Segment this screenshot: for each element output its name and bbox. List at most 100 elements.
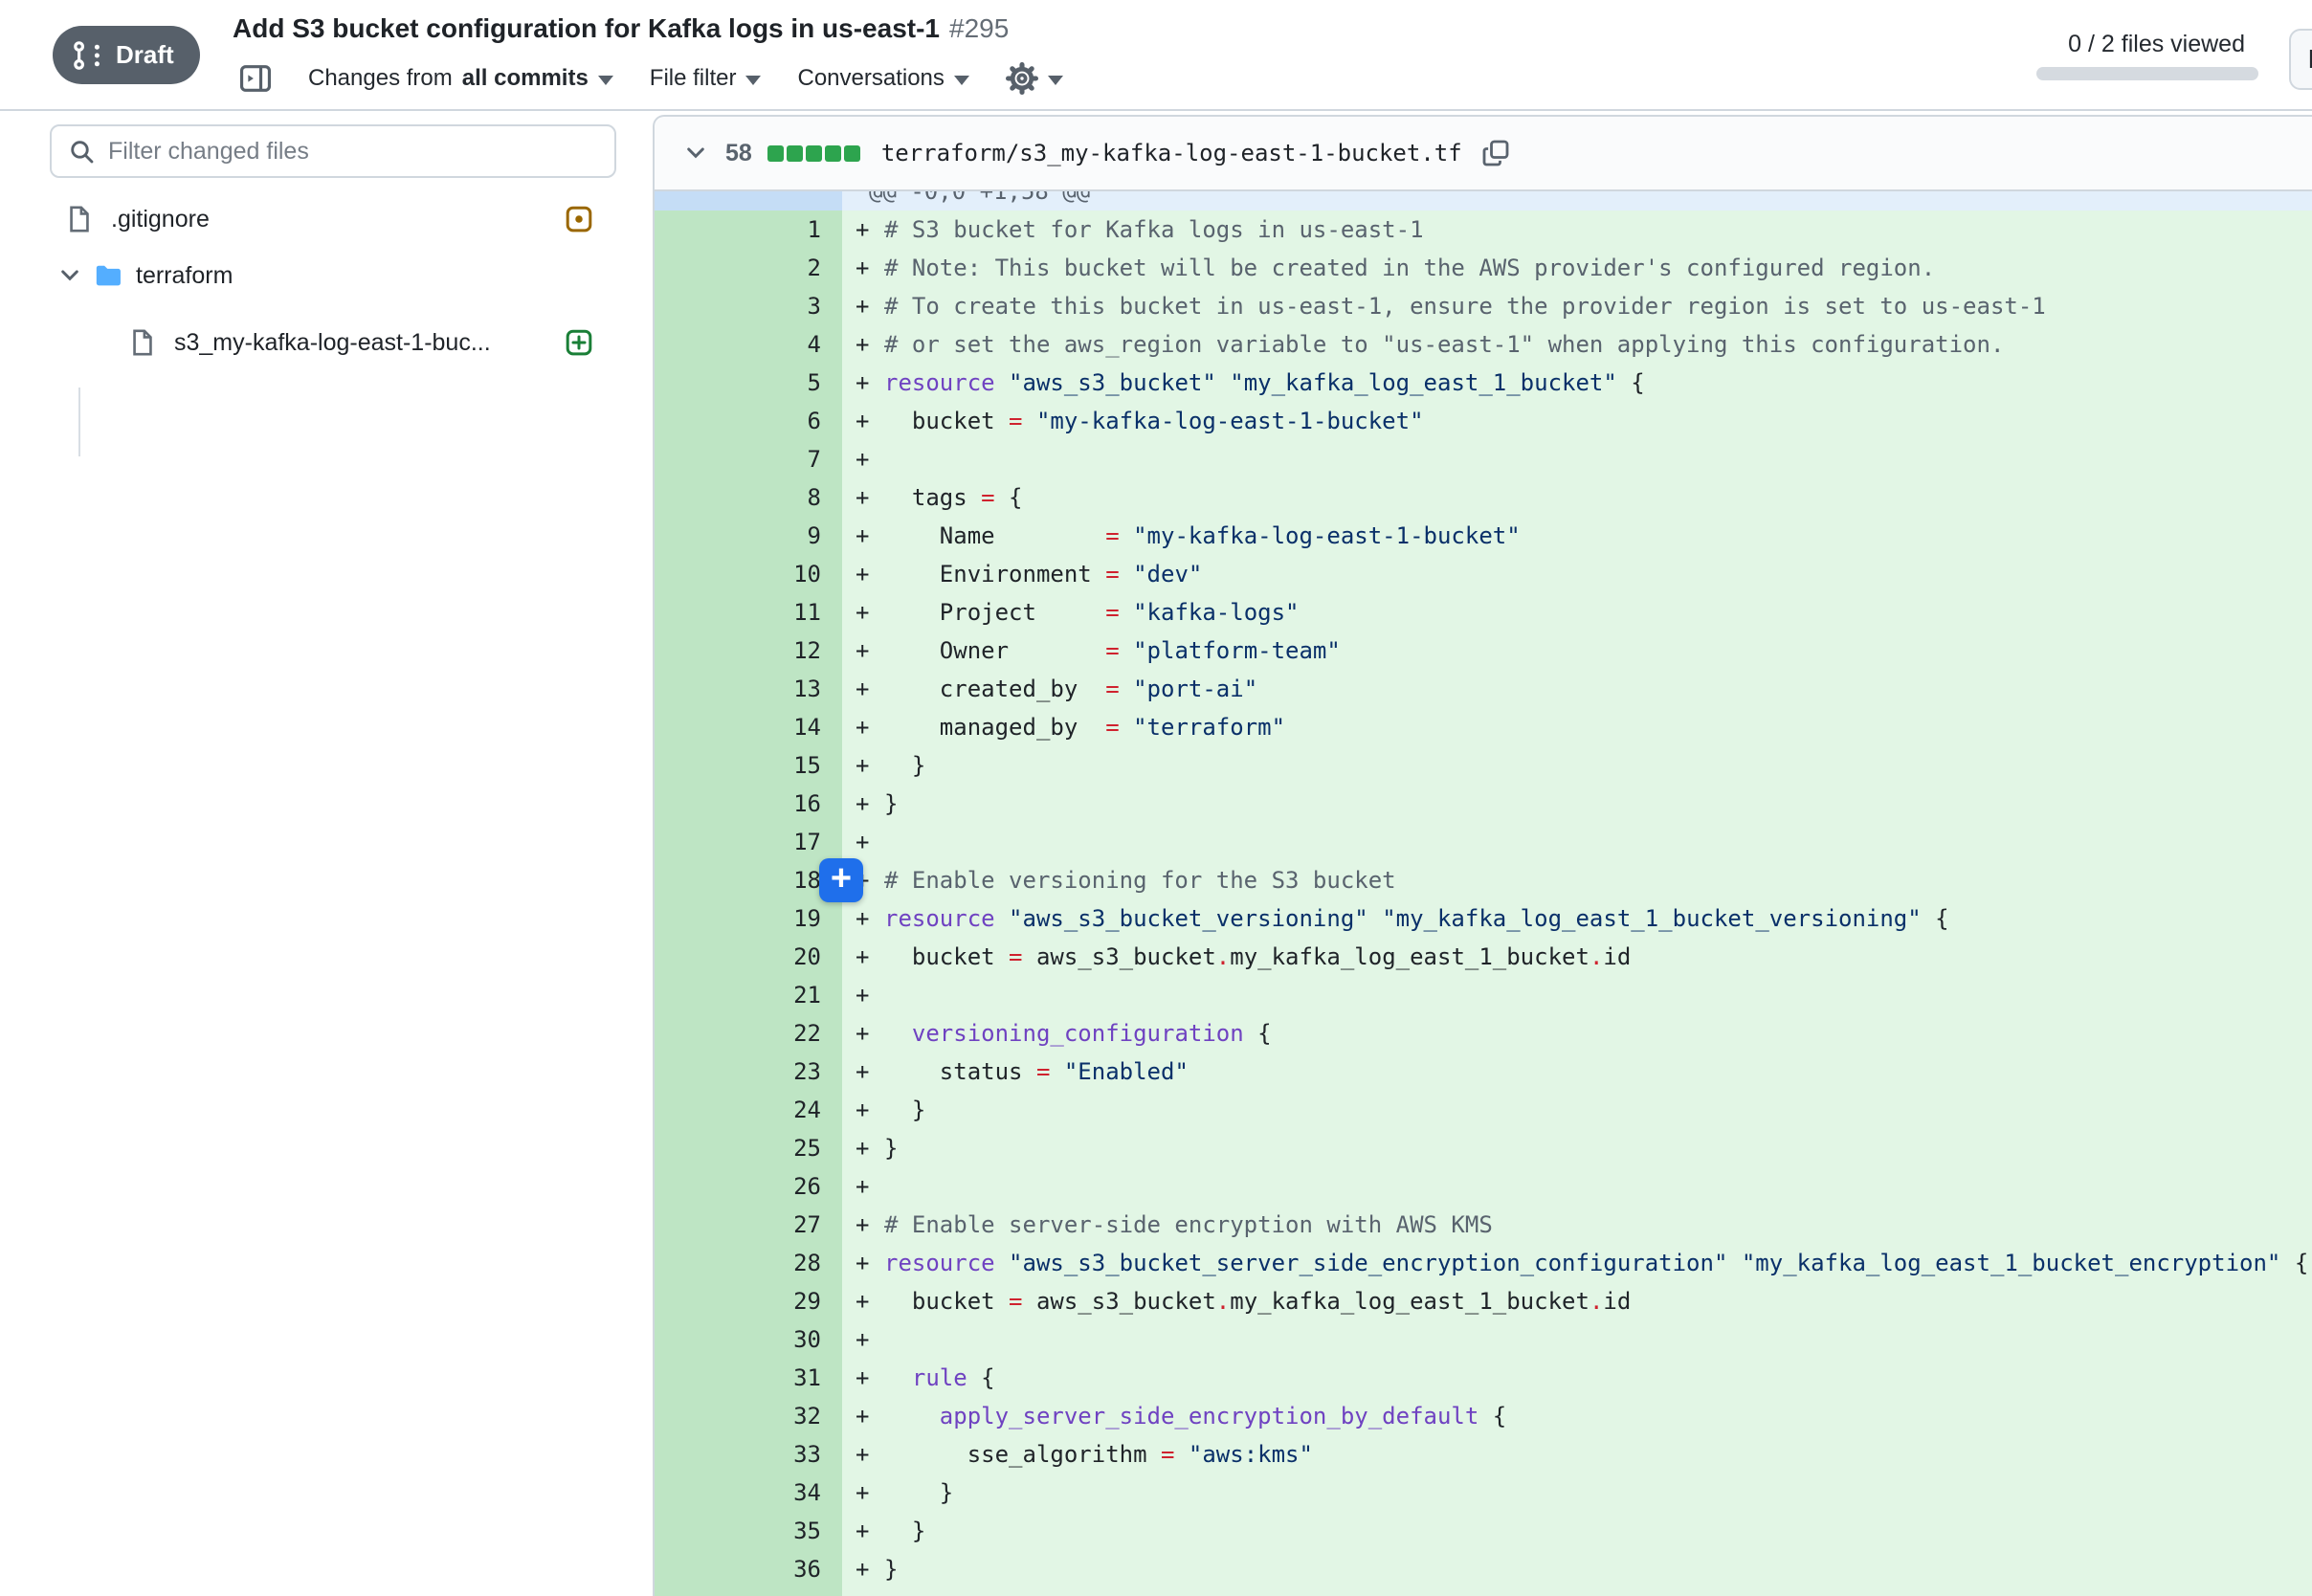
diff-line: 24+ }: [655, 1091, 2312, 1129]
line-number[interactable]: 3: [655, 287, 842, 325]
line-number[interactable]: 30: [655, 1320, 842, 1359]
diff-line: 34+ }: [655, 1474, 2312, 1512]
diff-line: 30+: [655, 1320, 2312, 1359]
line-number[interactable]: 8: [655, 478, 842, 517]
addition-marker: +: [842, 325, 884, 364]
line-number[interactable]: 32: [655, 1397, 842, 1435]
line-number[interactable]: 17: [655, 823, 842, 861]
pr-files-changed-page: Draft Add S3 bucket configuration for Ka…: [0, 0, 2312, 1596]
code-content: }: [884, 1550, 2312, 1588]
code-content: Environment = "dev": [884, 555, 2312, 593]
addition-marker: +: [842, 746, 884, 785]
addition-marker: +: [842, 938, 884, 976]
diff-line: 5+resource "aws_s3_bucket" "my_kafka_log…: [655, 364, 2312, 402]
code-content: bucket = aws_s3_bucket.my_kafka_log_east…: [884, 1282, 2312, 1320]
line-number[interactable]: 7: [655, 440, 842, 478]
diff-line: 3+# To create this bucket in us-east-1, …: [655, 287, 2312, 325]
diff-line: 16+}: [655, 785, 2312, 823]
line-number[interactable]: 2: [655, 249, 842, 287]
line-number[interactable]: 25: [655, 1129, 842, 1167]
addition-marker: +: [842, 670, 884, 708]
line-number[interactable]: 19: [655, 899, 842, 938]
line-number[interactable]: 12: [655, 632, 842, 670]
line-number[interactable]: 28: [655, 1244, 842, 1282]
line-number[interactable]: 29: [655, 1282, 842, 1320]
addition-marker: +: [842, 555, 884, 593]
review-button-partial[interactable]: R: [2289, 29, 2312, 90]
code-content: resource "aws_s3_bucket" "my_kafka_log_e…: [884, 364, 2312, 402]
addition-marker: +: [842, 1474, 884, 1512]
file-filter-dropdown[interactable]: File filter: [650, 65, 762, 92]
collapse-file-chevron-icon[interactable]: [683, 141, 708, 166]
line-number[interactable]: 10: [655, 555, 842, 593]
line-number[interactable]: 20: [655, 938, 842, 976]
code-content: # Enable server-side encryption with AWS…: [884, 1206, 2312, 1244]
line-number[interactable]: 16: [655, 785, 842, 823]
line-number[interactable]: 31: [655, 1359, 842, 1397]
tree-item-gitignore[interactable]: .gitignore: [0, 191, 647, 247]
file-tree-sidebar: .gitignore: [0, 113, 647, 1596]
diff-file-path[interactable]: terraform/s3_my-kafka-log-east-1-bucket.…: [881, 140, 1462, 166]
line-number[interactable]: 18: [655, 861, 842, 899]
line-number[interactable]: 11: [655, 593, 842, 632]
line-number[interactable]: 36: [655, 1550, 842, 1588]
code-content: [884, 1588, 2312, 1596]
collapse-sidebar-button[interactable]: [239, 62, 272, 95]
code-content: }: [884, 1474, 2312, 1512]
line-number[interactable]: 35: [655, 1512, 842, 1550]
diffstat-square: [825, 145, 841, 162]
line-number[interactable]: 14: [655, 708, 842, 746]
line-number[interactable]: 1: [655, 211, 842, 249]
filter-files-box: [50, 124, 616, 178]
filter-changed-files-input[interactable]: [108, 138, 597, 166]
tree-item-label: .gitignore: [111, 206, 210, 233]
diff-line: 19+resource "aws_s3_bucket_versioning" "…: [655, 899, 2312, 938]
line-number[interactable]: 5: [655, 364, 842, 402]
diff-line: 23+ status = "Enabled": [655, 1053, 2312, 1091]
search-icon: [69, 139, 95, 165]
diff-line: 27+# Enable server-side encryption with …: [655, 1206, 2312, 1244]
changes-from-dropdown[interactable]: Changes from all commits: [308, 65, 613, 92]
code-content: [884, 823, 2312, 861]
pr-number: #295: [949, 13, 1009, 43]
line-number[interactable]: 26: [655, 1167, 842, 1206]
diff-line: 12+ Owner = "platform-team": [655, 632, 2312, 670]
line-number[interactable]: 34: [655, 1474, 842, 1512]
line-number[interactable]: 9: [655, 517, 842, 555]
line-number[interactable]: 15: [655, 746, 842, 785]
addition-marker: +: [842, 211, 884, 249]
diff-settings-dropdown[interactable]: [1006, 62, 1063, 95]
code-content: }: [884, 1091, 2312, 1129]
diffstat-squares: [767, 145, 860, 162]
code-content: # Note: This bucket will be created in t…: [884, 249, 2312, 287]
line-number[interactable]: 22: [655, 1014, 842, 1053]
code-content: apply_server_side_encryption_by_default …: [884, 1397, 2312, 1435]
line-number[interactable]: 23: [655, 1053, 842, 1091]
diff-line: 9+ Name = "my-kafka-log-east-1-bucket": [655, 517, 2312, 555]
diff-line: 28+resource "aws_s3_bucket_server_side_e…: [655, 1244, 2312, 1282]
line-number[interactable]: 6: [655, 402, 842, 440]
tree-item-terraform-folder[interactable]: terraform: [0, 248, 647, 303]
line-number[interactable]: 21: [655, 976, 842, 1014]
page-title: Add S3 bucket configuration for Kafka lo…: [233, 13, 1009, 44]
conversations-dropdown[interactable]: Conversations: [797, 65, 968, 92]
line-number[interactable]: 27: [655, 1206, 842, 1244]
add-line-comment-button[interactable]: +: [819, 858, 863, 902]
addition-marker: +: [842, 402, 884, 440]
diff-line: 25+}: [655, 1129, 2312, 1167]
diff-line: 31+ rule {: [655, 1359, 2312, 1397]
tree-item-s3-bucket-file[interactable]: s3_my-kafka-log-east-1-buc...: [0, 315, 647, 370]
files-viewed-status: 0 / 2 files viewed: [2036, 31, 2258, 80]
diff-line: 14+ managed_by = "terraform": [655, 708, 2312, 746]
code-content: Name = "my-kafka-log-east-1-bucket": [884, 517, 2312, 555]
file-added-icon: [565, 328, 593, 357]
line-number[interactable]: 24: [655, 1091, 842, 1129]
line-number[interactable]: 33: [655, 1435, 842, 1474]
addition-marker: +: [842, 517, 884, 555]
line-number[interactable]: [655, 1588, 842, 1596]
addition-marker: +: [842, 1053, 884, 1091]
tree-item-label: s3_my-kafka-log-east-1-buc...: [174, 329, 491, 357]
copy-path-button[interactable]: [1481, 139, 1510, 167]
line-number[interactable]: 13: [655, 670, 842, 708]
line-number[interactable]: 4: [655, 325, 842, 364]
